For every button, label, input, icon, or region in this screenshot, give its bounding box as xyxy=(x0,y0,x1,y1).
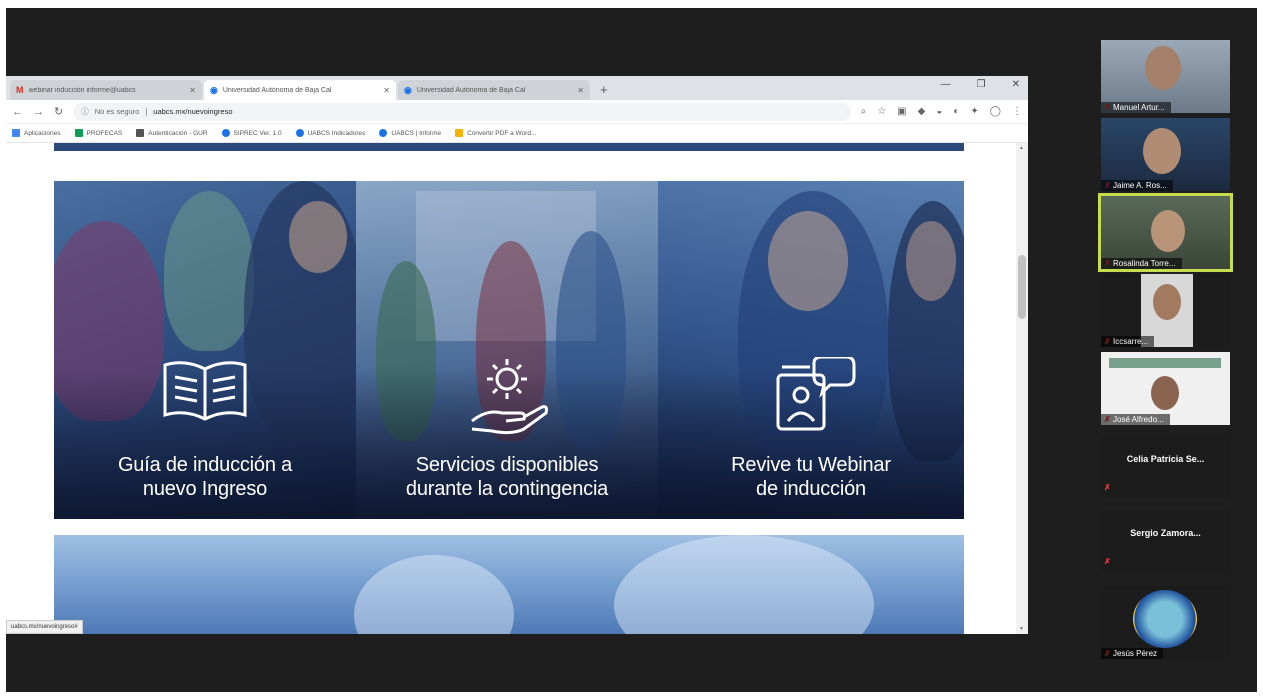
extension-icon[interactable]: ◐ xyxy=(953,106,959,117)
participant-tile[interactable]: ✗ Iccsarre... xyxy=(1101,274,1230,347)
meeting-stage: M webinar inducción informe@uabcs ✕ ◉ Un… xyxy=(6,8,1257,692)
card-caption: Guía de inducción a nuevo Ingreso xyxy=(117,454,293,500)
globe-icon: ◉ xyxy=(210,84,218,95)
shared-browser-window: M webinar inducción informe@uabcs ✕ ◉ Un… xyxy=(6,76,1028,634)
close-icon[interactable]: ✕ xyxy=(383,86,390,95)
card-caption: Revive tu Webinar de inducción xyxy=(731,454,891,500)
profile-icon[interactable]: ◯ xyxy=(990,106,1001,117)
participant-name: José Alfredo... xyxy=(1101,414,1170,425)
bookmark-item[interactable]: Autenticación - GUR xyxy=(136,129,208,137)
security-label: No es seguro xyxy=(94,107,140,116)
bookmark-item[interactable]: Convertir PDF a Word... xyxy=(455,129,536,137)
mic-muted-icon: ✗ xyxy=(1104,483,1111,492)
zoom-icon[interactable]: ⌕ xyxy=(861,106,867,117)
open-book-icon xyxy=(163,361,247,421)
card-guia-induccion[interactable]: Guía de inducción a nuevo Ingreso xyxy=(54,181,356,519)
new-tab-button[interactable]: + xyxy=(592,82,616,100)
participant-name: Manuel Artur... xyxy=(1101,102,1171,113)
participant-name: Iccsarre... xyxy=(1101,336,1155,347)
participant-tile[interactable]: ✗ Manuel Artur... xyxy=(1101,40,1230,113)
extension-icon[interactable]: ◒ xyxy=(936,106,942,117)
bookmark-item[interactable]: PROFECAS xyxy=(74,129,122,137)
bookmark-icon xyxy=(74,129,83,137)
avatar xyxy=(1153,284,1181,320)
nuevo-ingreso-banner: Guía de inducción a nuevo Ingreso Servic… xyxy=(54,181,964,519)
participant-tile-active-speaker[interactable]: ✗ Rosalinda Torre... xyxy=(1098,193,1233,272)
avatar xyxy=(1151,376,1179,410)
scroll-thumb[interactable] xyxy=(1018,255,1026,319)
gear-hand-icon xyxy=(471,359,548,435)
back-icon[interactable]: ← xyxy=(12,106,23,118)
participant-tile[interactable]: ✗ Jesús Pérez xyxy=(1101,586,1230,659)
webinar-chat-icon xyxy=(776,357,856,431)
reload-icon[interactable]: ↻ xyxy=(54,105,63,118)
participant-name: Rosalinda Torre... xyxy=(1101,258,1182,269)
apps-icon xyxy=(12,129,20,137)
participant-tile[interactable]: ✗ José Alfredo... xyxy=(1101,352,1230,425)
tab-title: Universidad Autónoma de Baja Cal xyxy=(416,86,526,94)
page-header-strip xyxy=(54,143,964,151)
bookmark-icon xyxy=(136,129,145,137)
avatar xyxy=(1151,210,1185,252)
browser-tab-uabcs[interactable]: ◉ Universidad Autónoma de Baja Cal ✕ xyxy=(204,80,396,100)
participant-name: Celia Patricia Se... xyxy=(1126,454,1205,464)
gmail-icon: M xyxy=(16,85,24,95)
card-caption: Servicios disponibles durante la conting… xyxy=(405,454,609,500)
close-icon[interactable]: ✕ xyxy=(577,86,584,95)
minimize-button[interactable]: — xyxy=(941,79,951,90)
globe-icon: ◉ xyxy=(404,84,412,95)
browser-tab-gmail[interactable]: M webinar inducción informe@uabcs ✕ xyxy=(10,80,202,100)
browser-tab-uabcs-2[interactable]: ◉ Universidad Autónoma de Baja Cal ✕ xyxy=(398,80,590,100)
url-text: uabcs.mx/nuevoingreso xyxy=(153,107,233,116)
card-revive-webinar[interactable]: Revive tu Webinar de inducción xyxy=(658,181,964,519)
bookmark-icon xyxy=(455,129,464,137)
scroll-up-icon[interactable]: ▲ xyxy=(1019,145,1024,151)
bookmark-item[interactable]: UABCS Indicadores xyxy=(295,129,365,137)
scroll-down-icon[interactable]: ▼ xyxy=(1019,626,1024,632)
participant-name: Sergio Zamora... xyxy=(1130,528,1201,538)
globe-icon xyxy=(379,129,388,137)
address-bar[interactable]: ⓘ No es seguro | uabcs.mx/nuevoingreso xyxy=(73,102,851,121)
participant-name: Jesús Pérez xyxy=(1101,648,1164,659)
extension-icon[interactable]: ▣ xyxy=(897,106,906,117)
participant-tile[interactable]: Celia Patricia Se... ✗ xyxy=(1101,436,1230,498)
participant-tile[interactable]: ✗ Jaime A. Ros... xyxy=(1101,118,1230,191)
avatar xyxy=(1133,590,1197,648)
maximize-button[interactable]: ❐ xyxy=(977,79,986,90)
mic-muted-icon: ✗ xyxy=(1104,557,1111,566)
forward-icon[interactable]: → xyxy=(33,106,44,118)
avatar xyxy=(1145,46,1181,90)
menu-icon[interactable]: ⋮ xyxy=(1012,106,1022,117)
close-icon[interactable]: ✕ xyxy=(189,86,196,95)
bookmark-item[interactable]: UABCS | Informe xyxy=(379,129,441,137)
tab-bar: M webinar inducción informe@uabcs ✕ ◉ Un… xyxy=(6,76,1028,100)
page-viewport: Guía de inducción a nuevo Ingreso Servic… xyxy=(6,143,1016,634)
participant-tile[interactable]: Sergio Zamora... ✗ xyxy=(1101,510,1230,572)
secondary-banner xyxy=(54,535,964,634)
extension-icons: ⌕ ☆ ▣ ◆ ◒ ◐ ✦ ◯ ⋮ xyxy=(861,106,1022,117)
page-scrollbar[interactable]: ▲ ▼ xyxy=(1016,143,1028,634)
link-status-bar: uabcs.mx/nuevoingreso# xyxy=(6,620,83,634)
close-window-button[interactable]: ✕ xyxy=(1012,79,1020,90)
browser-toolbar: ← → ↻ ⓘ No es seguro | uabcs.mx/nuevoing… xyxy=(6,100,1028,124)
bookmark-icon xyxy=(221,129,230,137)
info-icon[interactable]: ⓘ xyxy=(81,106,89,117)
participant-name: Jaime A. Ros... xyxy=(1101,180,1173,191)
bookmark-item[interactable]: Aplicaciones xyxy=(12,129,61,137)
tab-title: webinar inducción informe@uabcs xyxy=(28,86,136,94)
bookmarks-bar: Aplicaciones PROFECAS Autenticación - GU… xyxy=(6,124,1028,143)
extension-icon[interactable]: ◆ xyxy=(918,106,926,117)
tab-title: Universidad Autónoma de Baja Cal xyxy=(222,86,332,94)
star-icon[interactable]: ☆ xyxy=(877,106,886,117)
bookmark-item[interactable]: SIPREC Ver. 1.0 xyxy=(221,129,282,137)
window-controls: — ❐ ✕ xyxy=(941,79,1020,90)
extension-icon[interactable]: ✦ xyxy=(970,106,978,117)
card-servicios-disponibles[interactable]: Servicios disponibles durante la conting… xyxy=(356,181,658,519)
globe-icon xyxy=(295,129,304,137)
avatar xyxy=(1143,128,1181,174)
